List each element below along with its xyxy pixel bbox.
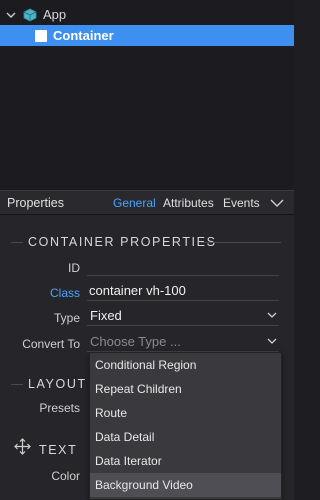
section-divider: [11, 384, 23, 385]
type-select[interactable]: Fixed: [87, 308, 279, 326]
id-label: ID: [68, 261, 80, 275]
dropdown-item-conditional-region[interactable]: Conditional Region: [90, 353, 281, 377]
color-label: Color: [51, 469, 80, 483]
presets-label: Presets: [39, 401, 80, 415]
properties-title: Properties: [7, 195, 64, 210]
convert-to-dropdown[interactable]: Conditional Region Repeat Children Route…: [89, 352, 282, 500]
tree-item-label: Container: [53, 28, 114, 43]
structure-tree-panel: App Container: [0, 0, 294, 190]
id-input[interactable]: [87, 258, 279, 276]
tab-general[interactable]: General: [113, 196, 156, 210]
class-input[interactable]: container vh-100: [87, 283, 279, 301]
section-divider: [11, 242, 23, 243]
tab-events[interactable]: Events: [223, 196, 260, 210]
type-value: Fixed: [90, 308, 122, 323]
chevron-down-icon: [267, 338, 277, 344]
section-title-text: TEXT: [39, 443, 78, 457]
dropdown-item-repeat-children[interactable]: Repeat Children: [90, 377, 281, 401]
move-icon[interactable]: [14, 438, 31, 455]
tab-attributes[interactable]: Attributes: [163, 196, 214, 210]
chevron-down-icon[interactable]: [6, 10, 16, 20]
section-divider: [201, 242, 281, 243]
convert-to-placeholder: Choose Type ...: [90, 334, 181, 349]
dropdown-item-background-video[interactable]: Background Video: [90, 473, 281, 497]
section-title-layout: LAYOUT: [28, 377, 87, 391]
class-label[interactable]: Class: [30, 286, 80, 300]
class-value: container vh-100: [89, 283, 186, 298]
dropdown-item-data-iterator[interactable]: Data Iterator: [90, 449, 281, 473]
tree-item-app[interactable]: App: [0, 4, 294, 25]
properties-header: Properties General Attributes Events: [0, 190, 294, 215]
dropdown-item-data-detail[interactable]: Data Detail: [90, 425, 281, 449]
tree-item-container[interactable]: Container: [0, 25, 294, 46]
section-title-container-properties: CONTAINER PROPERTIES: [28, 235, 217, 249]
convert-to-select[interactable]: Choose Type ...: [87, 334, 279, 352]
dropdown-item-route[interactable]: Route: [90, 401, 281, 425]
chevron-down-icon: [267, 312, 277, 318]
container-icon: [35, 29, 47, 42]
convert-to-label: Convert To: [22, 337, 80, 351]
chevron-down-icon[interactable]: [270, 197, 284, 209]
tree-item-label: App: [43, 7, 67, 22]
cube-icon: [23, 8, 37, 21]
type-label: Type: [53, 311, 80, 325]
